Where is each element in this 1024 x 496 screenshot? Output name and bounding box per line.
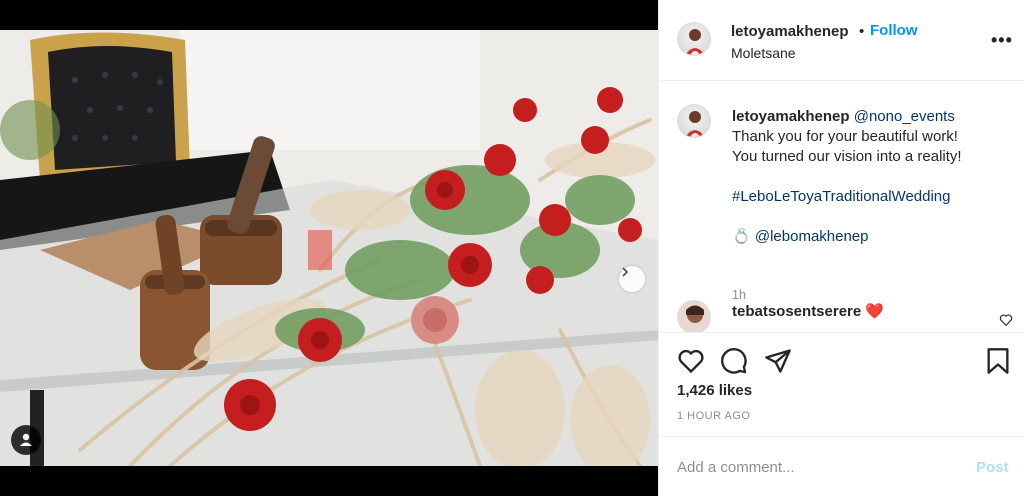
likes-count[interactable]: 1,426 likes <box>677 382 752 399</box>
add-comment-bar: Add a comment... Post <box>659 436 1024 496</box>
ring-emoji: 💍 <box>732 228 751 245</box>
post-details-panel: letoyamakhenep • Follow Moletsane ••• le… <box>658 0 1024 496</box>
post-actions: 1,426 likes 1 HOUR AGO <box>659 332 1024 437</box>
chevron-right-icon <box>622 267 629 277</box>
post-caption: letoyamakhenep @nono_events Thank you fo… <box>732 107 1012 302</box>
caption-author-avatar[interactable] <box>677 104 711 138</box>
caption-username[interactable]: letoyamakhenep <box>732 108 850 125</box>
avatar-image <box>685 29 705 55</box>
post-photo[interactable] <box>0 30 658 466</box>
post-header: letoyamakhenep • Follow Moletsane ••• <box>659 0 1024 81</box>
floral-table-illustration <box>0 30 658 466</box>
user-tag-icon <box>20 433 32 446</box>
caption-tag-user[interactable]: @lebomakhenep <box>755 228 869 245</box>
like-comment-heart-icon[interactable] <box>999 313 1013 327</box>
heart-icon[interactable] <box>677 347 705 375</box>
post-comment-button[interactable]: Post <box>976 459 1009 476</box>
post-location[interactable]: Moletsane <box>731 45 796 61</box>
next-photo-button[interactable] <box>619 266 645 292</box>
caption-line-2: You turned our vision into a reality! <box>732 148 962 165</box>
commenter-avatar[interactable] <box>677 300 711 332</box>
separator-dot: • <box>859 23 865 40</box>
tagged-users-button[interactable] <box>11 425 41 455</box>
comments-list: letoyamakhenep @nono_events Thank you fo… <box>659 82 1024 332</box>
avatar-image <box>678 301 710 332</box>
caption-line-1: Thank you for your beautiful work! <box>732 128 958 145</box>
author-username[interactable]: letoyamakhenep <box>731 23 849 40</box>
more-options-icon[interactable]: ••• <box>991 30 1013 51</box>
post-media-area <box>0 0 658 496</box>
follow-button[interactable]: Follow <box>870 22 918 39</box>
caption-hashtag[interactable]: #LeboLeToyaTraditionalWedding <box>732 187 1012 207</box>
post-time: 1 HOUR AGO <box>677 410 751 422</box>
avatar-image <box>685 111 705 137</box>
bookmark-icon[interactable] <box>985 347 1011 375</box>
author-avatar[interactable] <box>677 22 711 56</box>
comment-input[interactable]: Add a comment... <box>677 459 795 476</box>
comment-username[interactable]: tebatsosentserere <box>732 303 861 320</box>
comment-icon[interactable] <box>720 347 748 375</box>
comment-row: tebatsosentserere ❤️ <box>732 302 884 320</box>
caption-mention[interactable]: @nono_events <box>854 108 955 125</box>
share-icon[interactable] <box>764 347 792 375</box>
comment-emoji: ❤️ <box>865 303 885 320</box>
